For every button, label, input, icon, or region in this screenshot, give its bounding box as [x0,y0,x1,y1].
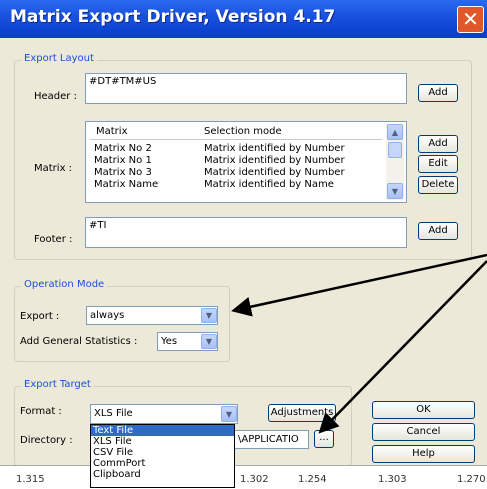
annotation-arrow-operation-mode [231,253,487,317]
annotation-arrows [231,253,487,434]
